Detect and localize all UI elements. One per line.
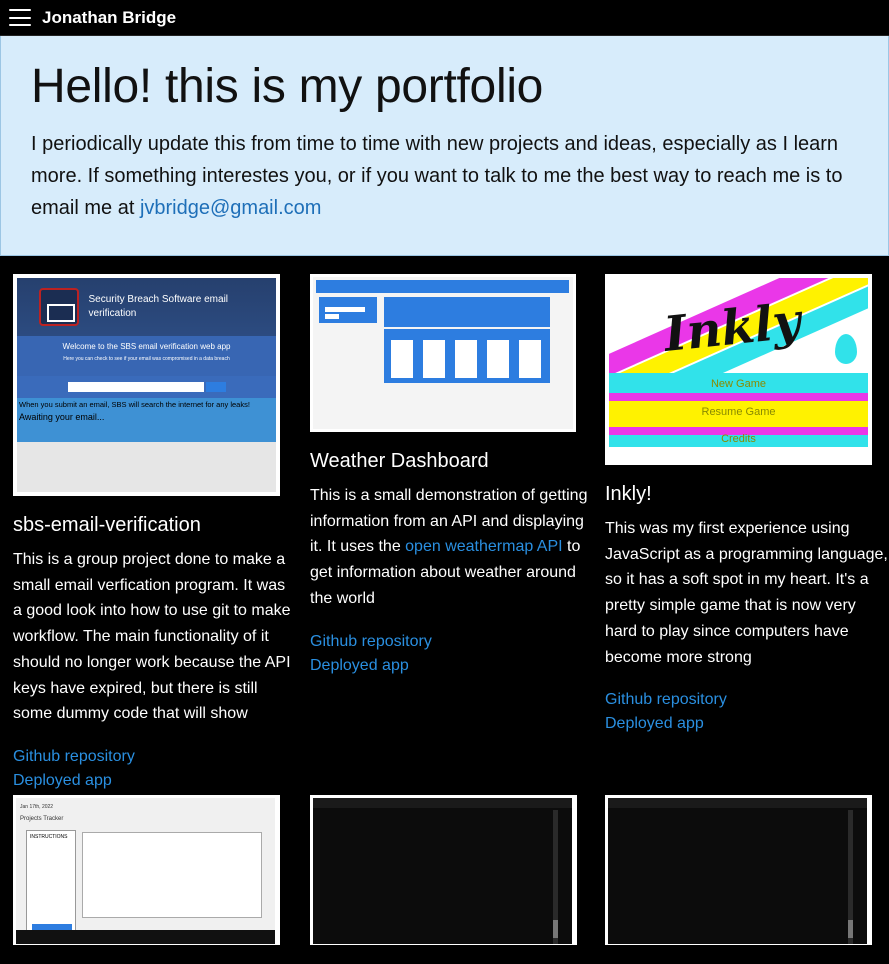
project-thumbnail[interactable]: Inkly New Game Resume Game Credits <box>605 274 872 465</box>
thumb-forecast-day <box>423 340 445 378</box>
github-repository-link[interactable]: Github repository <box>310 630 592 654</box>
thumb-tracker-title: Projects Tracker <box>20 815 64 822</box>
projects-grid: Security Breach Software email verificat… <box>0 256 889 793</box>
thumb-city-search <box>319 297 377 323</box>
thumb-forecast-day <box>519 340 541 378</box>
project-title: sbs-email-verification <box>13 514 201 536</box>
envelope-logo-icon <box>39 288 79 326</box>
hamburger-menu-icon[interactable] <box>9 9 31 26</box>
thumb-terminal <box>313 797 572 944</box>
project-description: This was my first experience using JavaS… <box>605 520 888 666</box>
project-thumbnail[interactable] <box>310 274 576 432</box>
project-card-inkly: Inkly New Game Resume Game Credits Inkly… <box>592 274 889 793</box>
thumb-weather-header <box>316 280 569 293</box>
thumb-status: Awaiting your email... <box>19 412 105 422</box>
thumb-search-button <box>205 382 226 392</box>
deployed-app-link[interactable]: Deployed app <box>13 769 296 793</box>
page-title: Hello! this is my portfolio <box>31 60 544 113</box>
deployed-app-link[interactable]: Deployed app <box>605 712 889 736</box>
thumb-note: When you submit an email, SBS will searc… <box>19 400 250 409</box>
email-link[interactable]: jvbridge@gmail.com <box>140 197 321 219</box>
project-title: Weather Dashboard <box>310 450 489 472</box>
projects-row-2: Jan 17th, 2022 Projects Tracker INSTRUCT… <box>0 794 889 945</box>
thumb-sub-text: Here you can check to see if your email … <box>63 356 230 362</box>
top-navbar: Jonathan Bridge <box>0 0 889 36</box>
project-description: This is a small demonstration of getting… <box>310 487 588 607</box>
github-repository-link[interactable]: Github repository <box>13 745 296 769</box>
project-title: Inkly! <box>605 483 652 505</box>
thumb-header-text: Security Breach Software email verificat… <box>88 294 229 319</box>
thumb-forecast-day <box>391 340 413 378</box>
thumb-date: Jan 17th, 2022 <box>20 803 54 810</box>
project-card-sbs: Security Breach Software email verificat… <box>0 274 296 793</box>
deployed-app-link[interactable]: Deployed app <box>310 654 592 678</box>
project-thumbnail[interactable]: Jan 17th, 2022 Projects Tracker INSTRUCT… <box>13 794 280 945</box>
openweathermap-link[interactable]: open weathermap API <box>405 538 562 555</box>
thumb-resume-game: Resume Game <box>701 406 776 418</box>
thumb-forecast-day <box>455 340 477 378</box>
thumb-new-game: New Game <box>710 378 767 390</box>
github-repository-link[interactable]: Github repository <box>605 688 889 712</box>
thumb-terminal <box>608 797 867 944</box>
hero-banner: Hello! this is my portfolio I periodical… <box>0 36 889 256</box>
thumb-email-input <box>67 382 204 392</box>
brand-name[interactable]: Jonathan Bridge <box>42 8 176 28</box>
project-thumbnail[interactable] <box>310 794 577 945</box>
thumb-current-weather <box>384 297 550 327</box>
project-card-weather: Weather Dashboard This is a small demons… <box>296 274 592 793</box>
thumb-welcome-text: Welcome to the SBS email verification we… <box>62 342 231 351</box>
thumb-credits: Credits <box>721 433 756 445</box>
ink-drop-mascot-icon <box>835 334 857 364</box>
thumb-projects-table <box>82 831 262 918</box>
project-thumbnail[interactable] <box>605 794 872 945</box>
project-thumbnail[interactable]: Security Breach Software email verificat… <box>13 274 280 496</box>
thumb-instructions-panel: INSTRUCTIONS <box>26 829 76 940</box>
thumb-forecast-day <box>487 340 509 378</box>
hero-intro: I periodically update this from time to … <box>31 133 843 219</box>
project-description: This is a group project done to make a s… <box>13 551 291 723</box>
